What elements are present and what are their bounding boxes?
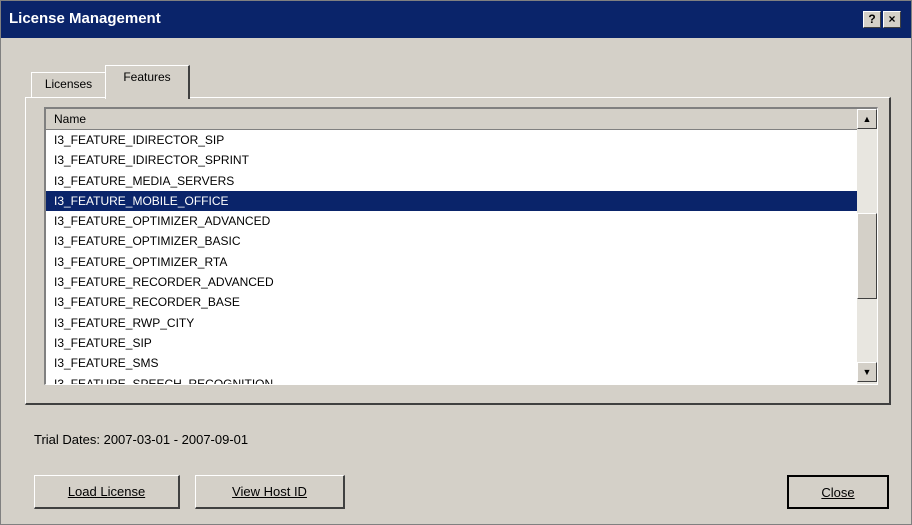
list-item[interactable]: I3_FEATURE_SPEECH_RECOGNITION (46, 374, 858, 384)
tab-licenses[interactable]: Licenses (31, 72, 106, 98)
features-listbox[interactable]: Name I3_FEATURE_IDIRECTOR_SIP I3_FEATURE_… (44, 107, 878, 385)
view-host-id-label: View Host ID (232, 484, 307, 499)
trial-dates-label: Trial Dates: 2007-03-01 - 2007-09-01 (34, 432, 249, 447)
column-header-name[interactable]: Name (46, 109, 858, 130)
list-item[interactable]: I3_FEATURE_OPTIMIZER_BASIC (46, 231, 858, 251)
list-item[interactable]: I3_FEATURE_SIP (46, 333, 858, 353)
load-license-label: Load License (67, 484, 146, 499)
list-item[interactable]: I3_FEATURE_SMS (46, 353, 858, 373)
list-item[interactable]: I3_FEATURE_MEDIA_SERVERS (46, 171, 858, 191)
window-title: License Management (9, 10, 161, 27)
scroll-down-button[interactable]: ▼ (857, 362, 877, 382)
list-item[interactable]: I3_FEATURE_RECORDER_ADVANCED (46, 272, 858, 292)
list-item[interactable]: I3_FEATURE_RECORDER_BASE (46, 292, 858, 312)
license-management-dialog: License Management ? × Licenses Features… (0, 0, 912, 525)
list-item[interactable]: I3_FEATURE_IDIRECTOR_SPRINT (46, 150, 858, 170)
list-item[interactable]: I3_FEATURE_RWP_CITY (46, 313, 858, 333)
view-host-id-button[interactable]: View Host ID (195, 475, 345, 509)
close-window-button[interactable]: × (883, 11, 901, 28)
list-item[interactable]: I3_FEATURE_OPTIMIZER_RTA (46, 252, 858, 272)
scroll-up-button[interactable]: ▲ (857, 109, 877, 129)
close-label: Close (821, 485, 855, 500)
list-item[interactable]: I3_FEATURE_OPTIMIZER_ADVANCED (46, 211, 858, 231)
vertical-scrollbar[interactable]: ▲ ▼ (857, 109, 877, 384)
title-bar[interactable]: License Management ? × (1, 1, 911, 38)
list-item[interactable]: I3_FEATURE_IDIRECTOR_SIP (46, 130, 858, 150)
feature-list: I3_FEATURE_IDIRECTOR_SIP I3_FEATURE_IDIRE… (46, 130, 858, 384)
tab-features[interactable]: Features (105, 65, 190, 99)
scrollbar-thumb[interactable] (857, 213, 877, 299)
list-item[interactable]: I3_FEATURE_MOBILE_OFFICE (46, 190, 858, 212)
help-button[interactable]: ? (863, 11, 881, 28)
close-button[interactable]: Close (787, 475, 889, 509)
load-license-button[interactable]: Load License (34, 475, 180, 509)
